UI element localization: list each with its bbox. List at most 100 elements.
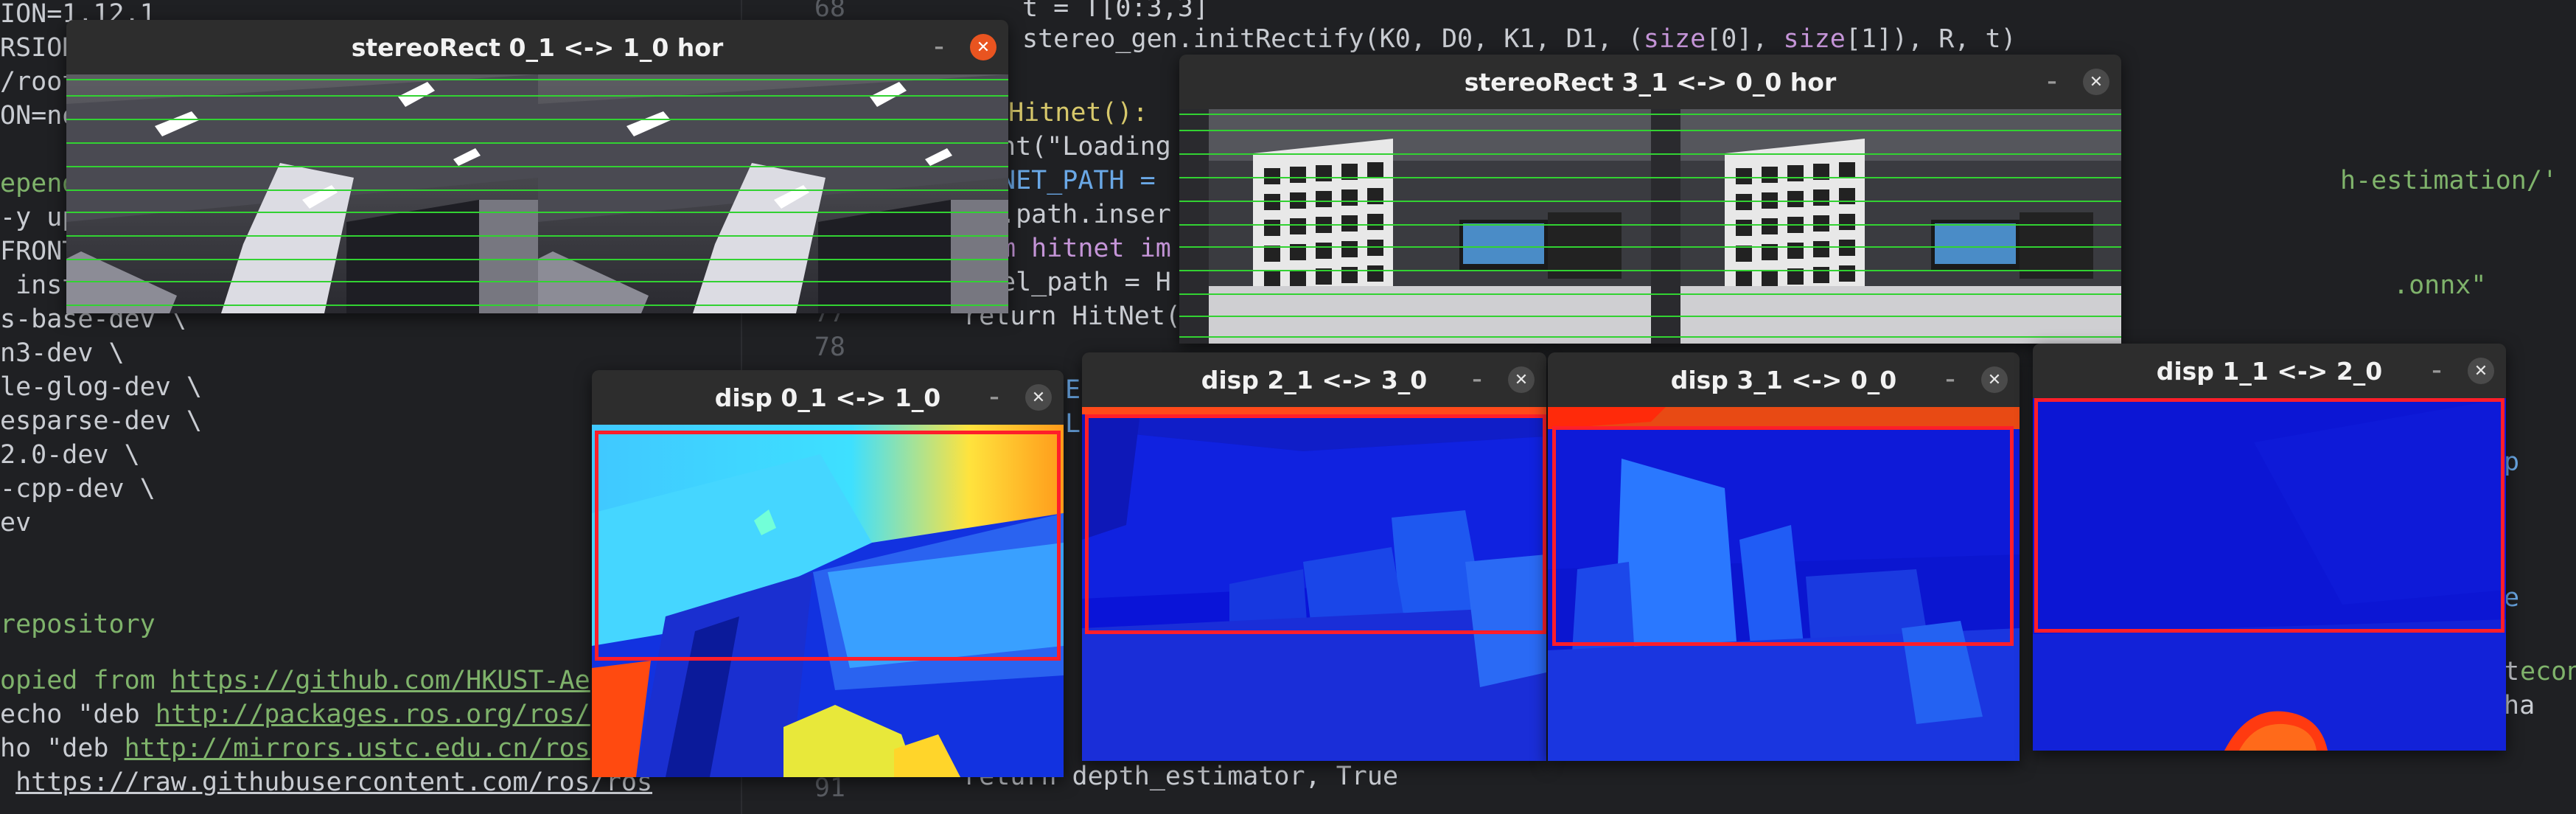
code-frag-onnx-string: .onnx" <box>2393 271 2487 300</box>
rectification-line <box>1179 153 2121 155</box>
code-text: nt("Loading <box>1000 132 1171 161</box>
code-frag-netpath: NET_PATH = <box>1000 166 1156 195</box>
window-disp-31[interactable]: disp 3_1 <-> 0_0 – ✕ <box>1548 352 2020 761</box>
rectification-line <box>66 212 1008 213</box>
code-text: t = T[0:3,3] <box>1022 0 1209 23</box>
code-frag-p: p <box>2504 448 2520 477</box>
code-link[interactable]: http://packages.ros.org/ros/ <box>156 700 590 729</box>
code-text: echo "deb <box>0 700 156 729</box>
window-titlebar[interactable]: disp 0_1 <-> 1_0 – ✕ <box>592 370 1064 425</box>
minimize-button[interactable]: – <box>926 34 952 60</box>
code-text: K0, D0, K1, D1, ( <box>1379 24 1644 54</box>
code-text: ho "deb <box>0 734 125 763</box>
code-line-69: stereo_gen.initRectify(K0, D0, K1, D1, (… <box>1022 22 2017 56</box>
window-disp-21[interactable]: disp 2_1 <-> 3_0 – ✕ <box>1082 352 1546 761</box>
code-line-url: ho "deb http://mirrors.ustc.edu.cn/ros <box>0 731 590 765</box>
close-button[interactable]: ✕ <box>2468 358 2494 384</box>
disparity-map <box>2033 398 2506 751</box>
window-titlebar[interactable]: stereoRect 0_1 <-> 1_0 hor – ✕ <box>66 20 1008 74</box>
code-text: size <box>1643 24 1706 54</box>
rectification-line <box>66 235 1008 237</box>
window-titlebar[interactable]: disp 1_1 <-> 2_0 – ✕ <box>2033 344 2506 398</box>
minimize-button[interactable]: – <box>2423 358 2450 384</box>
rectification-line <box>1179 336 2121 338</box>
window-title: stereoRect 3_1 <-> 0_0 hor <box>1464 67 1837 97</box>
disparity-map <box>1548 407 2020 761</box>
window-title: stereoRect 0_1 <-> 1_0 hor <box>351 32 724 62</box>
code-text: size <box>1783 24 1846 54</box>
minimize-button[interactable]: – <box>981 384 1008 411</box>
code-line-url: echo "deb http://packages.ros.org/ros/ <box>0 698 590 731</box>
window-disp-01[interactable]: disp 0_1 <-> 1_0 – ✕ <box>592 370 1064 777</box>
code-frag-path-string: h-estimation/' <box>2340 166 2558 195</box>
window-title: disp 0_1 <-> 1_0 <box>714 383 941 412</box>
window-titlebar[interactable]: stereoRect 3_1 <-> 0_0 hor – ✕ <box>1179 55 2121 109</box>
close-button[interactable]: ✕ <box>970 34 996 60</box>
rectification-line <box>1179 316 2121 317</box>
code-text: stereo_gen.initRectify( <box>1022 24 1380 54</box>
rectification-line <box>1179 130 2121 131</box>
code-line-url: https://raw.githubusercontent.com/ros/ro… <box>0 765 652 799</box>
window-stereorect-01[interactable]: stereoRect 0_1 <-> 1_0 hor – ✕ <box>66 20 1008 313</box>
rectification-line <box>1179 246 2121 248</box>
window-title: disp 3_1 <-> 0_0 <box>1670 365 1897 394</box>
stereo-image <box>1179 109 2121 344</box>
minimize-button[interactable]: – <box>1464 366 1490 393</box>
code-frag-ha: ha <box>2504 691 2535 720</box>
rectification-line <box>66 305 1008 306</box>
rectification-line <box>66 189 1008 191</box>
code-line: ev <box>0 508 32 538</box>
code-line: le-glog-dev \ <box>0 372 202 402</box>
rectification-line <box>66 95 1008 97</box>
window-titlebar[interactable]: disp 2_1 <-> 3_0 – ✕ <box>1082 352 1546 407</box>
code-link[interactable]: http://mirrors.ustc.edu.cn/ros <box>125 734 590 763</box>
code-line: esparse-dev \ <box>0 406 202 436</box>
close-button[interactable]: ✕ <box>2083 69 2109 95</box>
window-title: disp 2_1 <-> 3_0 <box>1201 365 1428 394</box>
line-number: 78 <box>814 333 845 362</box>
window-title: disp 1_1 <-> 2_0 <box>2156 356 2383 386</box>
code-frag-l: L <box>1065 409 1081 439</box>
code-frag-loadhitnet: dHitnet(): <box>993 98 1148 128</box>
close-button[interactable]: ✕ <box>1025 384 1052 411</box>
code-link[interactable]: https://github.com/HKUST-Ae <box>171 666 590 695</box>
close-button[interactable]: ✕ <box>1508 366 1535 393</box>
rectification-line <box>66 259 1008 260</box>
code-text: [0], <box>1706 24 1784 54</box>
stereo-image <box>66 74 1008 313</box>
window-stereorect-31[interactable]: stereoRect 3_1 <-> 0_0 hor – ✕ <box>1179 55 2121 344</box>
rectification-line <box>1179 224 2121 226</box>
code-frag-pathinsert: .path.inser <box>1000 200 1171 229</box>
code-line: 2.0-dev \ <box>0 440 140 470</box>
disparity-map <box>1082 407 1546 761</box>
code-frag-second: econd <box>2520 657 2576 686</box>
stereo-image-pair <box>1179 109 2121 344</box>
minimize-button[interactable]: – <box>2039 69 2065 95</box>
code-text: opied from <box>0 666 171 695</box>
rectification-line <box>66 79 1008 80</box>
stereo-image-pair <box>66 74 1008 313</box>
code-line: -cpp-dev \ <box>0 474 156 504</box>
close-button[interactable]: ✕ <box>1981 366 2008 393</box>
window-disp-11[interactable]: disp 1_1 <-> 2_0 – ✕ <box>2033 344 2506 751</box>
code-line: repository <box>0 610 156 639</box>
code-text: [1]), R, t) <box>1845 24 2017 54</box>
code-frag-import: m hitnet im <box>1000 234 1171 263</box>
roi-box <box>2034 398 2505 633</box>
rectification-line <box>1179 270 2121 271</box>
code-link[interactable]: https://raw.githubusercontent.com/ros/ro… <box>15 768 652 797</box>
code-line: n3-dev \ <box>0 338 125 368</box>
roi-box <box>595 431 1061 661</box>
rectification-line <box>66 119 1008 120</box>
disparity-map <box>592 425 1064 777</box>
window-titlebar[interactable]: disp 3_1 <-> 0_0 – ✕ <box>1548 352 2020 407</box>
minimize-button[interactable]: – <box>1937 366 1964 393</box>
rectification-line <box>66 142 1008 144</box>
rectification-line <box>66 281 1008 282</box>
rectification-line <box>1179 114 2121 115</box>
code-line-68: t = T[0:3,3] <box>1022 0 1209 25</box>
code-line-url: opied from https://github.com/HKUST-Ae <box>0 664 590 698</box>
rectification-line <box>1179 177 2121 178</box>
roi-box <box>1085 414 1546 634</box>
